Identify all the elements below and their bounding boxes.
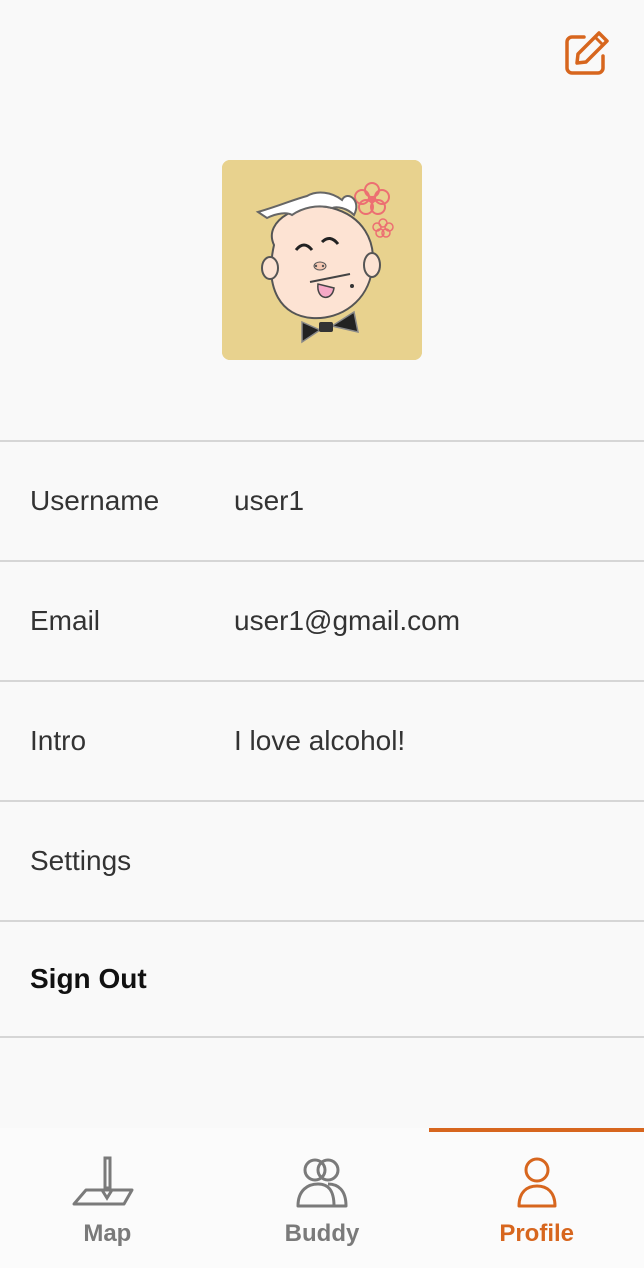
buddy-people-icon [294,1156,350,1210]
sign-out-button[interactable]: Sign Out [0,920,644,1038]
email-row[interactable]: Email user1@gmail.com [0,560,644,680]
intro-value: I love alcohol! [234,725,406,756]
avatar-illustration [222,160,422,360]
tab-map-label: Map [83,1220,132,1247]
settings-label: Settings [30,845,132,876]
intro-row[interactable]: Intro I love alcohol! [0,680,644,800]
avatar[interactable] [222,160,422,360]
sign-out-label: Sign Out [30,963,147,994]
intro-label: Intro [30,725,87,756]
edit-profile-button[interactable] [562,30,610,83]
tab-profile[interactable]: Profile [429,1128,644,1268]
settings-row[interactable]: Settings [0,800,644,920]
username-label: Username [30,485,160,516]
tab-map[interactable]: Map [0,1128,215,1268]
username-row[interactable]: Username user1 [0,440,644,560]
profile-person-icon [515,1156,559,1210]
bottom-tab-bar: Map Buddy Profile [0,1128,644,1268]
profile-info-list: Username user1 Email user1@gmail.com Int… [0,440,644,1038]
username-value: user1 [234,485,305,516]
email-value: user1@gmail.com [234,605,461,636]
map-pin-icon [72,1156,142,1210]
edit-icon [562,30,610,83]
tab-buddy[interactable]: Buddy [215,1128,430,1268]
profile-screen: Username user1 Email user1@gmail.com Int… [0,0,644,1268]
email-label: Email [30,605,101,636]
tab-profile-label: Profile [499,1220,575,1247]
tab-buddy-label: Buddy [284,1220,360,1247]
